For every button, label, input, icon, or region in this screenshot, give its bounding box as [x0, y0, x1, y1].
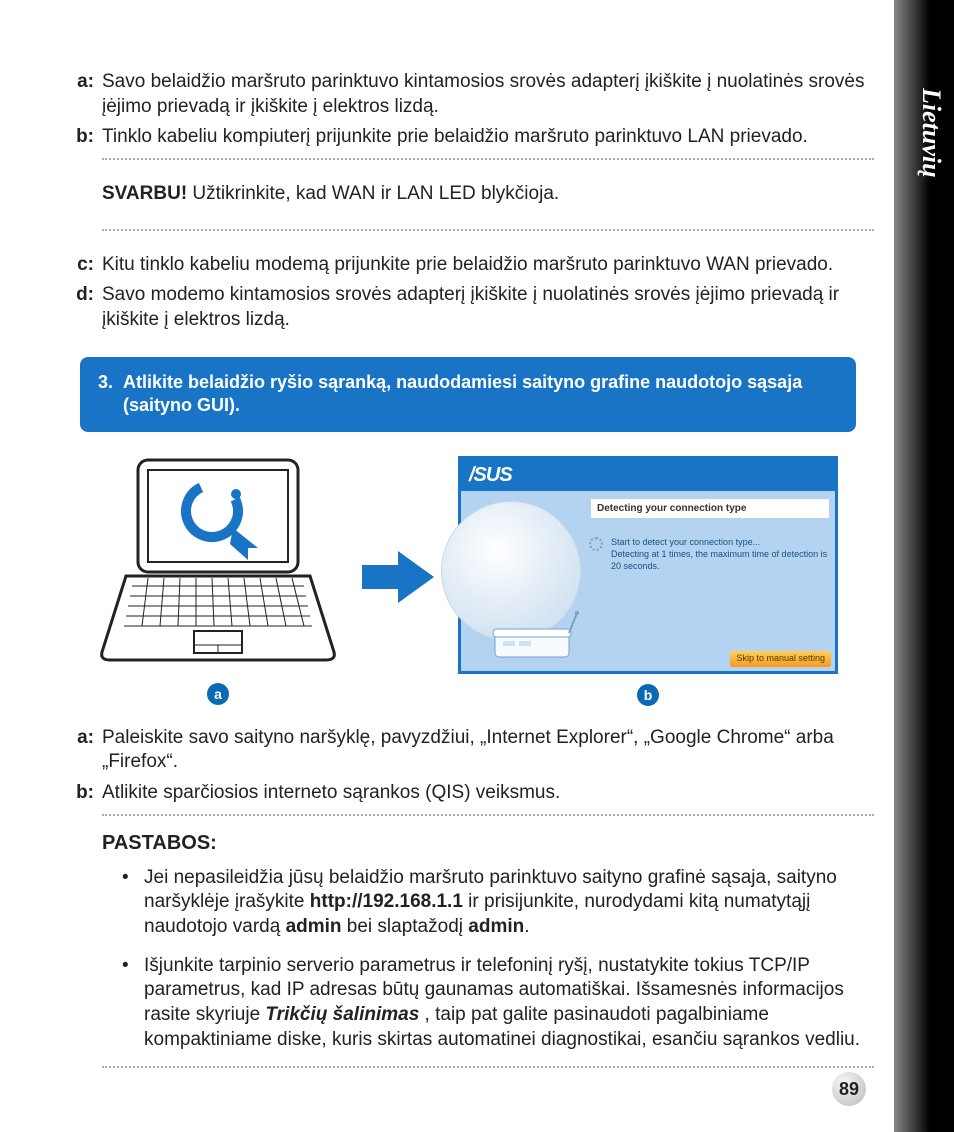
skip-manual-button[interactable]: Skip to manual setting	[730, 651, 831, 667]
bullet-icon: •	[122, 954, 144, 1053]
substep-a-text: Paleiskite savo saityno naršyklę, pavyzd…	[102, 726, 874, 775]
gui-left-illustration	[461, 491, 591, 671]
note2-p1: Išjunkite tarpinio serverio parametrus i…	[144, 955, 810, 976]
step3-number: 3.	[98, 371, 113, 418]
laptop-icon	[98, 456, 338, 666]
gui-message: Start to detect your connection type... …	[591, 536, 829, 572]
gui-line1: Start to detect your connection type...	[611, 537, 760, 547]
gui-right-panel: Detecting your connection type Start to …	[591, 491, 835, 671]
step-d: d: Savo modemo kintamosios srovės adapte…	[62, 283, 874, 332]
notes-heading: PASTABOS:	[102, 830, 874, 856]
step-a-text: Savo belaidžio maršruto parinktuvo kinta…	[102, 70, 874, 119]
step3-banner: 3. Atlikite belaidžio ryšio sąranką, nau…	[80, 357, 856, 432]
note-1-text: Jei nepasileidžia jūsų belaidžio maršrut…	[144, 866, 874, 940]
dotted-separator	[102, 158, 874, 160]
note1-pass: admin	[468, 916, 524, 937]
note1-p2: naršyklėje įrašykite	[144, 891, 310, 912]
note1-user: admin	[286, 916, 342, 937]
note-2: • Išjunkite tarpinio serverio parametrus…	[122, 954, 874, 1053]
note-2-text: Išjunkite tarpinio serverio parametrus i…	[144, 954, 874, 1053]
step-b-key: b:	[62, 125, 102, 150]
spinner-icon	[589, 537, 603, 551]
step-d-key: d:	[62, 283, 102, 332]
page-number: 89	[832, 1072, 866, 1106]
step-c: c: Kitu tinklo kabeliu modemą prijunkite…	[62, 253, 874, 278]
laptop-column: a	[98, 456, 338, 706]
gui-header: Detecting your connection type	[591, 499, 829, 518]
substep-b: b: Atlikite sparčiosios interneto sąrank…	[62, 781, 874, 806]
diagram-row: a /SUS	[62, 456, 874, 706]
important-label: SVARBU!	[102, 183, 187, 204]
note2-em: Trikčių šalinimas	[265, 1004, 419, 1025]
step-b-text: Tinklo kabeliu kompiuterį prijunkite pri…	[102, 125, 874, 150]
circle-label-a: a	[207, 683, 229, 705]
substep-a-key: a:	[62, 726, 102, 775]
step-a: a: Savo belaidžio maršruto parinktuvo ki…	[62, 70, 874, 119]
bullet-icon: •	[122, 866, 144, 940]
step-c-key: c:	[62, 253, 102, 278]
note1-p5: .	[524, 916, 529, 937]
dotted-separator	[102, 814, 874, 816]
dotted-separator	[102, 229, 874, 231]
arrow-icon	[358, 547, 438, 615]
dotted-separator	[102, 1066, 874, 1068]
laptop-illustration	[98, 456, 338, 674]
gui-column: /SUS Detecting yo	[458, 456, 838, 706]
note1-p4: bei slaptažodį	[342, 916, 469, 937]
gui-body: Detecting your connection type Start to …	[461, 491, 835, 671]
note1-p1: Jei nepasileidžia jūsų belaidžio maršrut…	[144, 867, 837, 888]
step3-text: Atlikite belaidžio ryšio sąranką, naudod…	[123, 371, 838, 418]
side-language-tab: Lietuvių	[894, 0, 954, 1132]
asus-logo: /SUS	[461, 459, 835, 491]
gui-screenshot: /SUS Detecting yo	[458, 456, 838, 674]
router-icon	[491, 611, 581, 663]
note-1: • Jei nepasileidžia jūsų belaidžio maršr…	[122, 866, 874, 940]
gui-line2: Detecting at 1 times, the maximum time o…	[611, 549, 827, 571]
gui-window: /SUS Detecting yo	[458, 456, 838, 674]
substep-b-key: b:	[62, 781, 102, 806]
step-a-key: a:	[62, 70, 102, 119]
substep-b-text: Atlikite sparčiosios interneto sąrankos …	[102, 781, 874, 806]
page-content: a: Savo belaidžio maršruto parinktuvo ki…	[62, 70, 874, 1076]
circle-label-b: b	[637, 684, 659, 706]
substep-a: a: Paleiskite savo saityno naršyklę, pav…	[62, 726, 874, 775]
important-note: SVARBU! Užtikrinkite, kad WAN ir LAN LED…	[102, 168, 874, 221]
important-text: Užtikrinkite, kad WAN ir LAN LED blykčio…	[187, 183, 559, 204]
side-language-label: Lietuvių	[906, 88, 946, 178]
note1-url: http://192.168.1.1	[310, 891, 463, 912]
step-b: b: Tinklo kabeliu kompiuterį prijunkite …	[62, 125, 874, 150]
step-d-text-before: Savo modemo kintamosios srovės adapterį …	[102, 284, 823, 305]
step-c-text: Kitu tinklo kabeliu modemą prijunkite pr…	[102, 253, 874, 278]
step-d-text: Savo modemo kintamosios srovės adapterį …	[102, 283, 874, 332]
